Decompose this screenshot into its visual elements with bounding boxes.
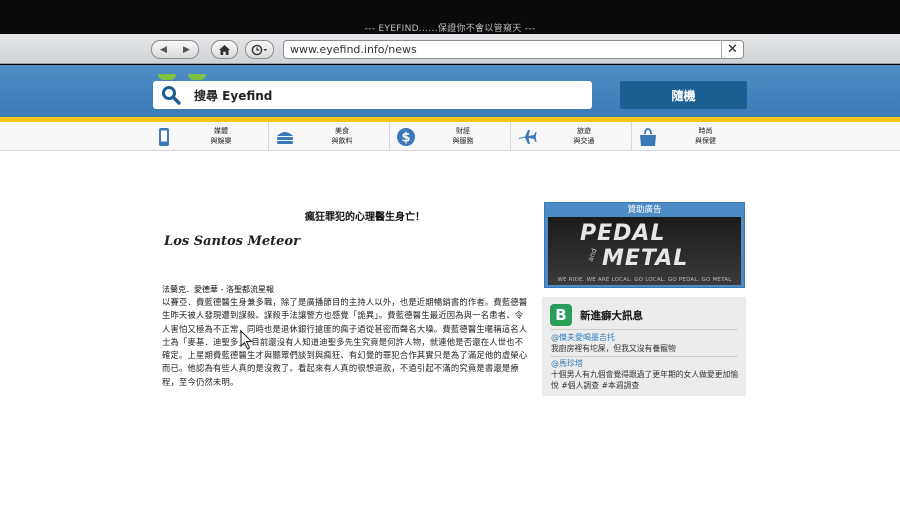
web-page: 搜尋 Eyefind 隨機 媒體 與娛樂 美食 與飲料 $ 財經 與服務 旅遊 … xyxy=(0,65,900,506)
category-fashion[interactable]: 時尚 與保健 xyxy=(632,122,753,151)
ad-line2: METAL xyxy=(602,246,689,271)
divider xyxy=(550,356,738,357)
phone-icon xyxy=(159,128,169,146)
ad-and: and xyxy=(586,247,599,263)
browser-toolbar: ◀ ▶ www.eyefind.info/news ✕ xyxy=(0,34,900,64)
ad-line1: PEDAL xyxy=(580,221,666,246)
article-body: 以賽亞．費藍德醫生身兼多職，除了是廣播節目的主持人以外，也是近期暢銷書的作者。費… xyxy=(162,297,528,387)
bleet-user[interactable]: @馬珍塔 xyxy=(551,358,583,369)
bleet-text: 我廚房裡有坨屎，但我又沒有養寵物 xyxy=(551,344,676,353)
food-icon xyxy=(277,132,293,144)
history-button[interactable] xyxy=(245,40,274,59)
window-title-bar: --- EYEFIND......保證你不會以管窺天 --- xyxy=(0,0,900,34)
close-icon[interactable]: ✕ xyxy=(721,40,743,59)
window-title: --- EYEFIND......保證你不會以管窺天 --- xyxy=(364,24,536,34)
home-icon xyxy=(219,44,230,55)
search-placeholder: 搜尋 Eyefind xyxy=(194,89,273,103)
back-arrow-icon[interactable]: ◀ xyxy=(160,45,167,55)
url-text[interactable]: www.eyefind.info/news xyxy=(290,43,417,56)
bleeter-logo[interactable]: B xyxy=(550,304,572,326)
bleeter-panel: B 新進癖大訊息 @傑夫愛喝墨吉托 我廚房裡有坨屎，但我又沒有養寵物 @馬珍塔 … xyxy=(542,297,746,396)
ad-tagline: WE RIDE. WE ARE LOCAL. GO LOCAL. GO PEDA… xyxy=(557,277,732,283)
bag-icon xyxy=(640,128,656,146)
article-title: 瘋狂罪犯的心理醫生身亡！ xyxy=(305,212,425,223)
ad-heading: 贊助廣告 xyxy=(627,205,662,215)
ad-banner[interactable]: PEDAL and METAL WE RIDE. WE ARE LOCAL. G… xyxy=(548,217,741,285)
bleet-text: 十個男人有九個會覺得跟過了更年期的女人做愛更加愉悅 #個人調查 #本週調查 xyxy=(551,370,739,390)
forward-arrow-icon[interactable]: ▶ xyxy=(183,45,190,55)
eyefind-logo[interactable] xyxy=(158,65,268,80)
article-byline: 法蘭克．愛德華 - 洛聖都流星報 xyxy=(162,285,274,294)
search-input[interactable]: 搜尋 Eyefind xyxy=(153,81,592,109)
dollar-icon: $ xyxy=(397,128,415,146)
home-button[interactable] xyxy=(211,40,238,59)
random-button[interactable]: 隨機 xyxy=(620,81,747,109)
clock-icon xyxy=(251,44,267,55)
address-bar[interactable]: www.eyefind.info/news ✕ xyxy=(283,40,744,59)
search-icon xyxy=(162,86,181,105)
divider xyxy=(550,329,738,330)
category-nav: 媒體 與娛樂 美食 與飲料 $ 財經 與服務 旅遊 與交通 時尚 與保健 xyxy=(0,122,900,151)
mouse-cursor-icon xyxy=(240,330,253,350)
category-finance[interactable]: $ 財經 與服務 xyxy=(390,122,511,151)
bleeter-title: 新進癖大訊息 xyxy=(580,310,643,322)
category-travel[interactable]: 旅遊 與交通 xyxy=(511,122,632,151)
article-image: Los Santos Meteor xyxy=(162,209,302,277)
sponsored-ad[interactable]: 贊助廣告 PEDAL and METAL WE RIDE. WE ARE LOC… xyxy=(544,202,745,288)
category-food[interactable]: 美食 與飲料 xyxy=(269,122,390,151)
back-forward-group: ◀ ▶ xyxy=(151,40,199,59)
svg-text:$: $ xyxy=(401,131,410,146)
site-header: 搜尋 Eyefind 隨機 xyxy=(0,65,900,117)
bleet-user[interactable]: @傑夫愛喝墨吉托 xyxy=(551,332,615,343)
category-media[interactable]: 媒體 與娛樂 xyxy=(148,122,269,151)
plane-icon xyxy=(519,130,537,144)
newspaper-logo: Los Santos Meteor xyxy=(164,234,300,249)
